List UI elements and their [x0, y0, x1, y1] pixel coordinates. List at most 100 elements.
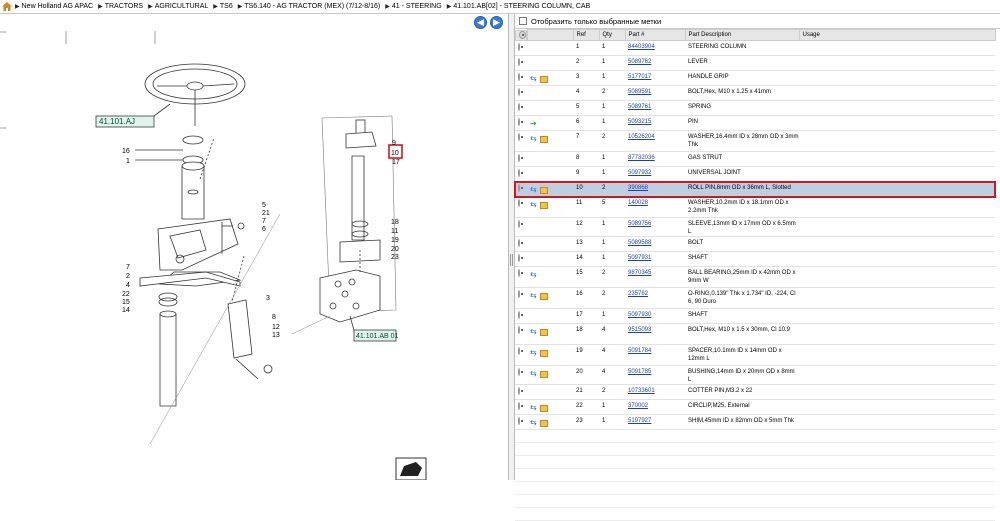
- part-number-link[interactable]: 10526204: [628, 134, 655, 140]
- package-icon[interactable]: [540, 419, 548, 427]
- row-select-cell[interactable]: [515, 344, 527, 366]
- part-number-link[interactable]: 5197927: [628, 418, 651, 424]
- row-select-icon[interactable]: [518, 220, 520, 228]
- package-icon[interactable]: [540, 135, 548, 143]
- row-select-cell[interactable]: [515, 287, 527, 309]
- row-select-cell[interactable]: [515, 151, 527, 167]
- replacement-icon[interactable]: ⇆: [530, 370, 538, 378]
- part-number-link[interactable]: 84403904: [628, 44, 655, 50]
- row-select-cell[interactable]: [515, 399, 527, 415]
- part-number-link[interactable]: 9515093: [628, 327, 651, 333]
- table-row[interactable]: ⇆ 22 1 370002 CIRCLIP,M25, External: [515, 399, 995, 415]
- part-label[interactable]: 20: [391, 246, 399, 253]
- part-label[interactable]: 1: [126, 158, 130, 165]
- table-row[interactable]: 8 1 87732036 GAS STRUT: [515, 151, 995, 167]
- row-select-icon[interactable]: [518, 347, 520, 355]
- part-label[interactable]: 16: [122, 148, 130, 155]
- part-number-link[interactable]: 5091785: [628, 369, 651, 375]
- part-label[interactable]: 23: [391, 254, 399, 261]
- table-row[interactable]: 12 1 5089756 SLEEVE,13mm ID x 17mm OD x 6.5…: [515, 217, 995, 237]
- home-icon[interactable]: [2, 2, 12, 11]
- row-select-icon[interactable]: [518, 154, 520, 162]
- row-select-cell[interactable]: [515, 251, 527, 267]
- replacement-icon[interactable]: ⇆: [530, 75, 538, 83]
- select-all-header[interactable]: [515, 29, 527, 41]
- splitter-grip[interactable]: [510, 254, 513, 266]
- replacement-icon[interactable]: ⇆: [530, 349, 538, 357]
- part-label[interactable]: 13: [272, 332, 280, 339]
- table-row[interactable]: 13 1 5089588 BOLT: [515, 236, 995, 252]
- row-select-icon[interactable]: [518, 58, 520, 66]
- view-toggle-icon[interactable]: [395, 457, 427, 480]
- replacement-icon[interactable]: ⇆: [530, 404, 538, 412]
- part-label[interactable]: 14: [122, 307, 130, 314]
- replacement-icon[interactable]: ⇆: [530, 271, 538, 279]
- part-number-link[interactable]: 5089761: [628, 104, 651, 110]
- table-row[interactable]: 9 1 5097932 UNIVERSAL JOINT: [515, 166, 995, 182]
- row-select-cell[interactable]: [515, 40, 527, 56]
- package-icon[interactable]: [540, 292, 548, 300]
- row-select-icon[interactable]: [518, 88, 520, 96]
- breadcrumb-item[interactable]: ▶ 41 - STEERING: [385, 3, 441, 10]
- row-select-icon[interactable]: [518, 254, 520, 262]
- ref-column-header[interactable]: Ref: [572, 29, 600, 41]
- part-label[interactable]: 7: [262, 218, 266, 225]
- part-label[interactable]: 2: [126, 273, 130, 280]
- row-select-cell[interactable]: [515, 384, 527, 400]
- row-select-cell[interactable]: [515, 166, 527, 182]
- table-row[interactable]: 1 1 84403904 STEERING COLUMN: [515, 40, 995, 56]
- row-select-cell[interactable]: [515, 217, 527, 237]
- part-number-link[interactable]: 5091784: [628, 348, 651, 354]
- part-number-link[interactable]: 10733601: [628, 388, 655, 394]
- part-label[interactable]: 8: [272, 314, 276, 321]
- part-number-link[interactable]: 5093215: [628, 119, 651, 125]
- package-icon[interactable]: [540, 186, 548, 194]
- row-select-icon[interactable]: [518, 133, 520, 141]
- table-row-selected[interactable]: ⇆ 10 2 390868 ROLL PIN,6mm OD x 36mm L, Slot…: [514, 180, 996, 198]
- part-label[interactable]: 21: [262, 210, 270, 217]
- part-label[interactable]: 6: [262, 226, 266, 233]
- part-label[interactable]: 12: [272, 324, 280, 331]
- table-row[interactable]: ⇆ 18 4 9515093 BOLT,Hex, M10 x 1.5 x 30mm, C…: [515, 323, 995, 345]
- package-icon[interactable]: [540, 201, 548, 209]
- part-label[interactable]: 15: [122, 299, 130, 306]
- reference-callout-text[interactable]: 41.101.AJ: [99, 117, 135, 126]
- row-select-icon[interactable]: [518, 73, 520, 81]
- row-select-cell[interactable]: [515, 365, 527, 385]
- breadcrumb-item[interactable]: ▶ AGRICULTURAL: [148, 3, 208, 10]
- row-select-cell[interactable]: [515, 130, 527, 152]
- breadcrumb-item[interactable]: ▶ TRACTORS: [98, 3, 143, 10]
- table-row[interactable]: ⇆ 19 4 5091784 SPACER,10.1mm ID x 14mm OD x …: [515, 344, 995, 366]
- table-row[interactable]: 4 2 5089591 BOLT,Hex, M10 x 1.25 x 41mm: [515, 85, 995, 101]
- row-select-icon[interactable]: [518, 387, 520, 395]
- package-icon[interactable]: [540, 75, 548, 83]
- row-select-cell[interactable]: [515, 181, 527, 197]
- part-number-link[interactable]: 5097930: [628, 312, 651, 318]
- part-number-link[interactable]: 87732036: [628, 155, 655, 161]
- table-row[interactable]: 2 1 5089762 LEVER: [515, 55, 995, 71]
- show-selected-checkbox[interactable]: [519, 17, 527, 25]
- row-select-cell[interactable]: [515, 236, 527, 252]
- row-select-icon[interactable]: [518, 311, 520, 319]
- highlight-marker-text[interactable]: 10: [391, 150, 399, 157]
- row-select-icon[interactable]: [518, 269, 520, 277]
- table-row[interactable]: ⇆ 23 1 5197927 SHIM,45mm ID x 82mm OD x 5mm …: [515, 414, 995, 430]
- part-number-link[interactable]: 5177017: [628, 74, 651, 80]
- part-number-link[interactable]: 5097932: [628, 170, 651, 176]
- part-label[interactable]: 19: [391, 237, 399, 244]
- row-select-cell[interactable]: [515, 266, 527, 288]
- table-row[interactable]: ⇆ 3 1 5177017 HANDLE GRIP: [515, 70, 995, 86]
- reference-callout-text[interactable]: 41.101.AB 01: [356, 333, 399, 340]
- replacement-icon[interactable]: ⇆: [530, 201, 538, 209]
- show-selected-label[interactable]: Отобразить только выбранные метки: [531, 17, 661, 26]
- green-arrow-icon[interactable]: ➜: [530, 120, 538, 128]
- replacement-icon[interactable]: ⇆: [530, 135, 538, 143]
- package-icon[interactable]: [540, 370, 548, 378]
- breadcrumb-item[interactable]: ▶ New Holland AG APAC: [15, 3, 93, 10]
- part-label[interactable]: 22: [122, 291, 130, 298]
- table-row[interactable]: ⇆ 20 4 5091785 BUSHING,14mm ID x 20mm OD x 8…: [515, 365, 995, 385]
- select-all-icon[interactable]: [519, 31, 526, 39]
- table-row[interactable]: 21 2 10733601 COTTER PIN,M3.2 x 22: [515, 384, 995, 400]
- breadcrumb-item[interactable]: ▶ TS6: [213, 3, 232, 10]
- part-number-link[interactable]: 9870345: [628, 270, 651, 276]
